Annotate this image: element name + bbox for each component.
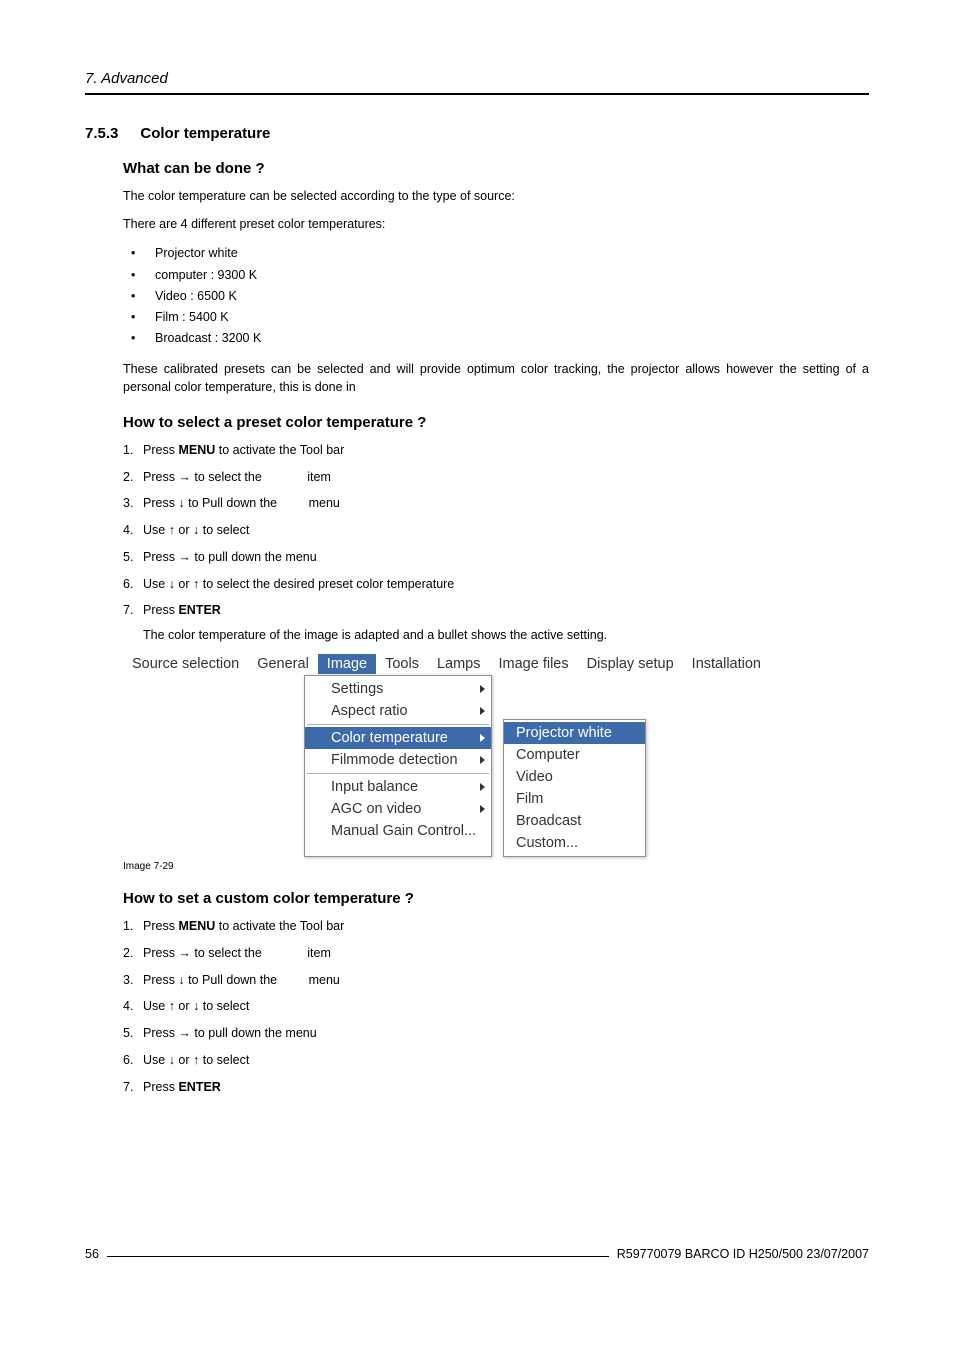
step-item: Press MENU to activate the Tool bar — [123, 441, 869, 460]
submenu-item-video[interactable]: Video — [504, 766, 645, 788]
arrow-right-icon — [480, 685, 485, 693]
step-item: Press MENU to activate the Tool bar — [123, 917, 869, 936]
list-item: Broadcast : 3200 K — [123, 328, 869, 349]
document-id: R59770079 BARCO ID H250/500 23/07/2007 — [609, 1247, 869, 1261]
step-item: Press ↓ to Pull down the menu — [123, 971, 869, 990]
menu-divider — [307, 724, 489, 725]
menu-item-source-selection[interactable]: Source selection — [123, 654, 248, 674]
list-item: Video : 6500 K — [123, 286, 869, 307]
dropdown-item-input-balance[interactable]: Input balance — [305, 776, 491, 798]
menu-screenshot: Source selection General Image Tools Lam… — [123, 652, 731, 857]
sub-heading-custom: How to set a custom color temperature ? — [123, 890, 869, 907]
step-item: Press → to select the item — [123, 944, 869, 963]
page-number: 56 — [85, 1247, 107, 1261]
dropdown-item-aspect-ratio[interactable]: Aspect ratio — [305, 700, 491, 722]
step-item: Press ENTER — [123, 601, 869, 620]
menu-item-image-files[interactable]: Image files — [490, 654, 578, 674]
submenu-item-film[interactable]: Film — [504, 788, 645, 810]
list-item: computer : 9300 K — [123, 265, 869, 286]
paragraph: These calibrated presets can be selected… — [123, 360, 869, 396]
step-item: Press → to pull down the menu — [123, 548, 869, 567]
dropdown-item-agc[interactable]: AGC on video — [305, 798, 491, 820]
submenu-item-custom[interactable]: Custom... — [504, 832, 645, 854]
list-item: Projector white — [123, 243, 869, 264]
arrow-right-icon — [480, 734, 485, 742]
dropdown-item-manual-gain[interactable]: Manual Gain Control... — [305, 820, 491, 842]
paragraph: There are 4 different preset color tempe… — [123, 215, 869, 233]
step-item: Press ↓ to Pull down the menu — [123, 494, 869, 513]
submenu-item-computer[interactable]: Computer — [504, 744, 645, 766]
submenu-item-broadcast[interactable]: Broadcast — [504, 810, 645, 832]
dropdown-image: Settings Aspect ratio Color temperature … — [304, 675, 492, 857]
arrow-right-icon — [480, 756, 485, 764]
page-footer: 56 R59770079 BARCO ID H250/500 23/07/200… — [85, 1247, 869, 1261]
menubar: Source selection General Image Tools Lam… — [123, 652, 731, 675]
dropdown-item-settings[interactable]: Settings — [305, 678, 491, 700]
section-title: Color temperature — [140, 125, 270, 142]
step-item: Press → to pull down the menu — [123, 1024, 869, 1043]
steps-list: Press MENU to activate the Tool bar Pres… — [123, 917, 869, 1096]
footer-rule — [107, 1256, 609, 1257]
step-item: Press ENTER — [123, 1078, 869, 1097]
menu-item-general[interactable]: General — [248, 654, 318, 674]
steps-list: Press MENU to activate the Tool bar Pres… — [123, 441, 869, 620]
dropdown-item-color-temperature[interactable]: Color temperature — [305, 727, 491, 749]
step-note: The color temperature of the image is ad… — [143, 628, 869, 642]
dropdown-item-filmmode[interactable]: Filmmode detection — [305, 749, 491, 771]
step-item: Press → to select the item — [123, 468, 869, 487]
arrow-right-icon — [480, 805, 485, 813]
image-caption: Image 7-29 — [123, 861, 869, 872]
step-item: Use ↑ or ↓ to select — [123, 521, 869, 540]
list-item: Film : 5400 K — [123, 307, 869, 328]
paragraph: The color temperature can be selected ac… — [123, 187, 869, 205]
step-item: Use ↑ or ↓ to select — [123, 997, 869, 1016]
menu-item-display-setup[interactable]: Display setup — [578, 654, 683, 674]
menu-item-installation[interactable]: Installation — [683, 654, 770, 674]
submenu-item-projector-white[interactable]: Projector white — [504, 722, 645, 744]
arrow-right-icon — [480, 783, 485, 791]
menu-item-tools[interactable]: Tools — [376, 654, 428, 674]
step-item: Use ↓ or ↑ to select the desired preset … — [123, 575, 869, 594]
preset-list: Projector white computer : 9300 K Video … — [123, 243, 869, 349]
section-number: 7.5.3 — [85, 125, 118, 142]
sub-heading-what: What can be done ? — [123, 160, 869, 177]
section-heading: 7.5.3 Color temperature — [85, 125, 869, 142]
menu-item-image[interactable]: Image — [318, 654, 376, 674]
menu-divider — [307, 773, 489, 774]
arrow-right-icon — [480, 707, 485, 715]
step-item: Use ↓ or ↑ to select — [123, 1051, 869, 1070]
dropdown-color-temperature: Projector white Computer Video Film Broa… — [503, 719, 646, 857]
menu-item-lamps[interactable]: Lamps — [428, 654, 490, 674]
chapter-header: 7. Advanced — [85, 70, 869, 95]
sub-heading-select: How to select a preset color temperature… — [123, 414, 869, 431]
